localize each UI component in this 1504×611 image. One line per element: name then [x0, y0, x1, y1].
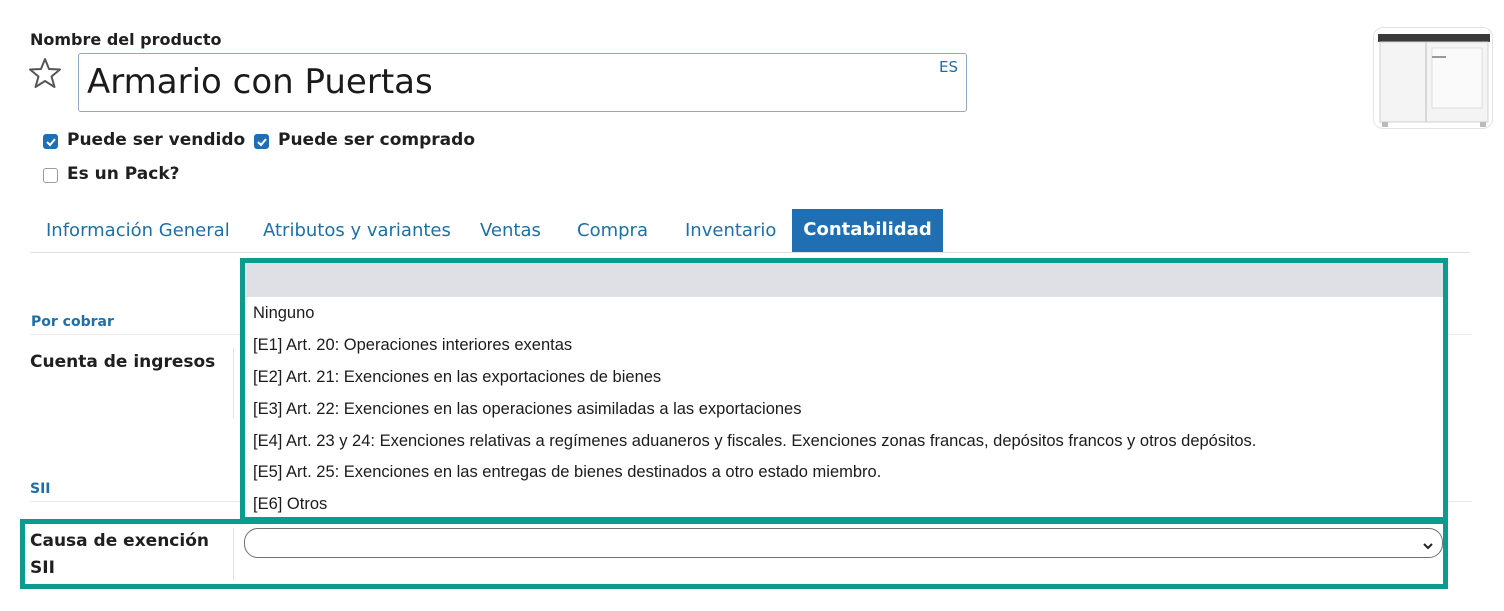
highlight-field-frame: [20, 519, 1448, 589]
sellable-checkbox[interactable]: [43, 134, 58, 149]
tabs-divider: [30, 252, 1470, 253]
tab-accounting[interactable]: Contabilidad: [792, 209, 943, 252]
product-name-label: Nombre del producto: [30, 30, 222, 49]
purchasable-label: Puede ser comprado: [278, 130, 476, 150]
tab-general-info[interactable]: Información General: [46, 220, 230, 241]
language-tag[interactable]: ES: [939, 58, 958, 76]
purchasable-checkbox[interactable]: [254, 134, 269, 149]
product-name-value[interactable]: Armario con Puertas: [87, 62, 433, 102]
section-receivable: Por cobrar: [31, 314, 114, 330]
sellable-label: Puede ser vendido: [67, 130, 246, 150]
tab-sales[interactable]: Ventas: [480, 220, 541, 241]
product-name-field[interactable]: Armario con Puertas ES: [78, 53, 967, 112]
income-account-label: Cuenta de ingresos: [30, 352, 216, 372]
tab-attributes-variants[interactable]: Atributos y variantes: [263, 220, 451, 241]
product-image[interactable]: [1373, 27, 1493, 129]
is-pack-checkbox[interactable]: [43, 168, 58, 183]
tab-purchase[interactable]: Compra: [577, 220, 648, 241]
highlight-dropdown-frame: [240, 258, 1448, 522]
is-pack-label: Es un Pack?: [67, 164, 180, 184]
tab-inventory[interactable]: Inventario: [685, 220, 776, 241]
section-sii: SII: [30, 481, 51, 497]
star-outline-icon[interactable]: [28, 56, 62, 90]
field-separator: [233, 348, 234, 418]
